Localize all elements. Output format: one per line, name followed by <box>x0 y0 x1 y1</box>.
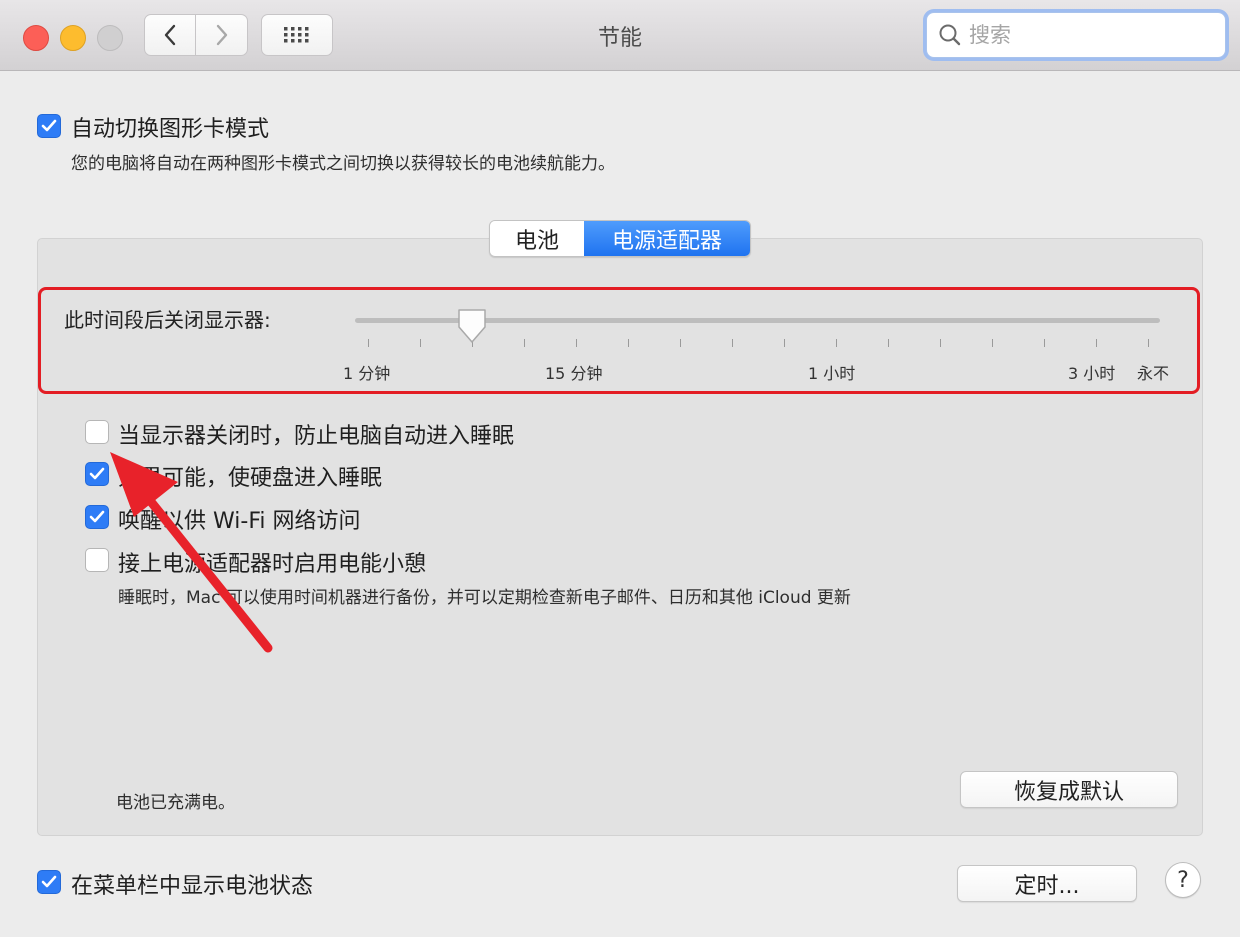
tab-power-adapter[interactable]: 电源适配器 <box>584 221 750 256</box>
display-sleep-label: 此时间段后关闭显示器: <box>64 308 271 332</box>
titlebar: 节能 <box>0 0 1240 71</box>
tick-label-never: 永不 <box>1137 364 1170 383</box>
help-button[interactable]: ? <box>1165 862 1201 898</box>
slider-tick <box>732 339 733 347</box>
tab-battery[interactable]: 电池 <box>490 221 584 256</box>
search-input[interactable] <box>967 22 1211 48</box>
tick-label-1min: 1 分钟 <box>343 364 391 383</box>
search-icon <box>939 24 961 46</box>
power-source-tabs: 电池 电源适配器 <box>489 220 751 257</box>
gpu-switch-checkbox[interactable] <box>37 114 61 138</box>
power-nap-description: 睡眠时，Mac 可以使用时间机器进行备份，并可以定期检查新电子邮件、日历和其他 … <box>118 588 851 608</box>
restore-defaults-button[interactable]: 恢复成默认 <box>960 771 1178 808</box>
checkmark-icon <box>41 119 57 132</box>
power-nap-checkbox[interactable] <box>85 548 109 572</box>
slider-tick <box>1096 339 1097 347</box>
window-title: 节能 <box>597 26 642 51</box>
slider-tick <box>680 339 681 347</box>
tick-label-1hour: 1 小时 <box>808 364 856 383</box>
tick-label-15min: 15 分钟 <box>545 364 603 383</box>
slider-tick <box>576 339 577 347</box>
schedule-button[interactable]: 定时... <box>957 865 1137 902</box>
grid-icon <box>284 27 309 43</box>
disk-sleep-label: 如果可能，使硬盘进入睡眠 <box>118 466 383 491</box>
slider-tick <box>420 339 421 347</box>
forward-button[interactable] <box>196 14 248 56</box>
prevent-sleep-label: 当显示器关闭时，防止电脑自动进入睡眠 <box>118 424 515 449</box>
slider-tick <box>784 339 785 347</box>
zoom-window-button <box>97 25 123 51</box>
show-all-button[interactable] <box>261 14 333 56</box>
back-button[interactable] <box>144 14 196 56</box>
slider-tick <box>1148 339 1149 347</box>
tick-label-3hours: 3 小时 <box>1068 364 1116 383</box>
show-battery-status-label: 在菜单栏中显示电池状态 <box>71 874 314 899</box>
wake-wifi-checkbox[interactable] <box>85 505 109 529</box>
minimize-window-button[interactable] <box>60 25 86 51</box>
display-sleep-slider-thumb[interactable] <box>456 307 488 345</box>
chevron-right-icon <box>216 24 227 46</box>
checkmark-icon <box>41 875 57 888</box>
slider-tick <box>940 339 941 347</box>
checkmark-icon <box>89 510 105 523</box>
slider-tick <box>1044 339 1045 347</box>
chevron-left-icon <box>164 24 176 46</box>
show-battery-status-checkbox[interactable] <box>37 870 61 894</box>
slider-tick <box>628 339 629 347</box>
battery-status-text: 电池已充满电。 <box>116 793 235 813</box>
gpu-switch-label: 自动切换图形卡模式 <box>71 117 270 142</box>
checkmark-icon <box>89 467 105 480</box>
disk-sleep-checkbox[interactable] <box>85 462 109 486</box>
close-window-button[interactable] <box>23 25 49 51</box>
prevent-sleep-checkbox[interactable] <box>85 420 109 444</box>
slider-tick <box>888 339 889 347</box>
power-nap-label: 接上电源适配器时启用电能小憩 <box>118 552 427 577</box>
search-field[interactable] <box>926 12 1226 58</box>
slider-tick <box>992 339 993 347</box>
gpu-switch-description: 您的电脑将自动在两种图形卡模式之间切换以获得较长的电池续航能力。 <box>71 154 615 174</box>
wake-wifi-label: 唤醒以供 Wi-Fi 网络访问 <box>118 509 361 534</box>
slider-tick <box>524 339 525 347</box>
slider-tick <box>368 339 369 347</box>
slider-tick <box>836 339 837 347</box>
